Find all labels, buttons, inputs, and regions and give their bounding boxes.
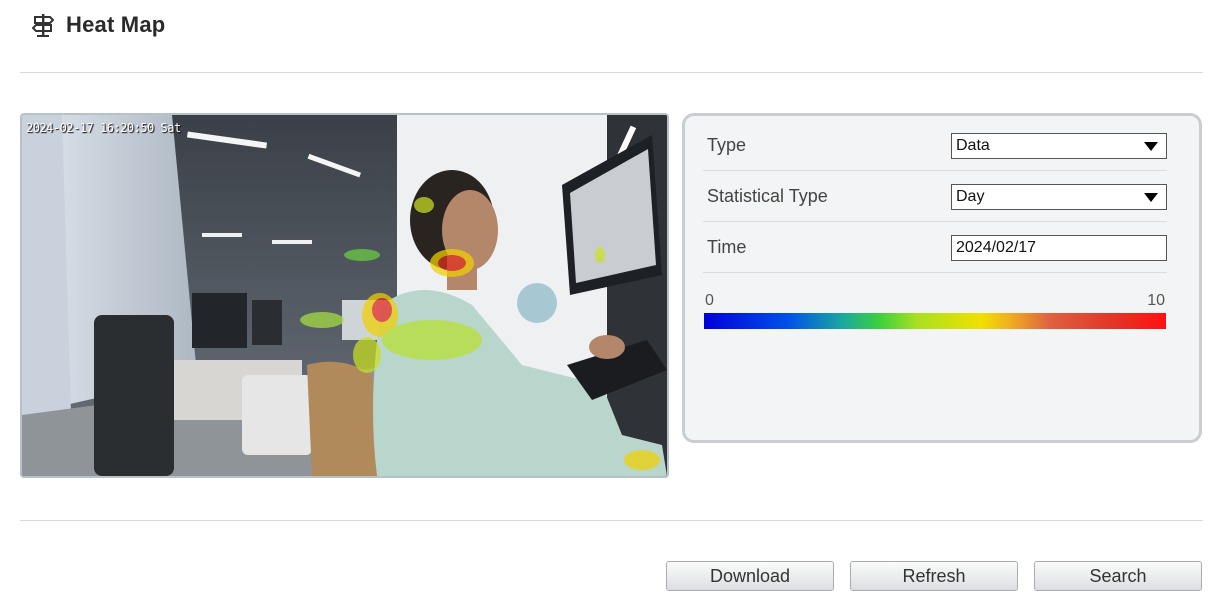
statistical-type-select[interactable]: Day — [951, 184, 1167, 210]
video-preview: 2024-02-17 16:20:50 Sat — [20, 113, 669, 478]
refresh-button[interactable]: Refresh — [850, 561, 1018, 591]
heat-scale-max: 10 — [1147, 292, 1165, 309]
type-select-value: Data — [956, 137, 990, 154]
page-header: Heat Map — [32, 12, 165, 38]
heatmap-settings-panel: Type Data Statistical Type Day Time 2024… — [682, 113, 1202, 443]
video-timestamp-osd: 2024-02-17 16:20:50 Sat — [26, 121, 181, 135]
signpost-icon — [32, 14, 54, 37]
type-label: Type — [707, 135, 747, 155]
dropdown-arrow-icon — [1144, 193, 1158, 202]
time-input[interactable]: 2024/02/17 — [951, 235, 1167, 261]
type-row: Type Data — [703, 120, 1167, 171]
heat-color-scale — [704, 313, 1166, 329]
type-select[interactable]: Data — [951, 133, 1167, 159]
time-label: Time — [707, 237, 747, 257]
dropdown-arrow-icon — [1144, 142, 1158, 151]
camera-scene — [22, 115, 667, 476]
time-input-value: 2024/02/17 — [956, 239, 1037, 256]
heat-scale-min: 0 — [705, 292, 714, 309]
statistical-type-select-value: Day — [956, 188, 985, 205]
footer-divider — [20, 520, 1203, 521]
statistical-type-label: Statistical Type — [707, 186, 828, 206]
search-button[interactable]: Search — [1034, 561, 1202, 591]
statistical-type-row: Statistical Type Day — [703, 171, 1167, 222]
download-button[interactable]: Download — [666, 561, 834, 591]
page-title: Heat Map — [66, 12, 166, 37]
header-divider — [20, 72, 1203, 73]
time-row: Time 2024/02/17 — [703, 222, 1167, 273]
